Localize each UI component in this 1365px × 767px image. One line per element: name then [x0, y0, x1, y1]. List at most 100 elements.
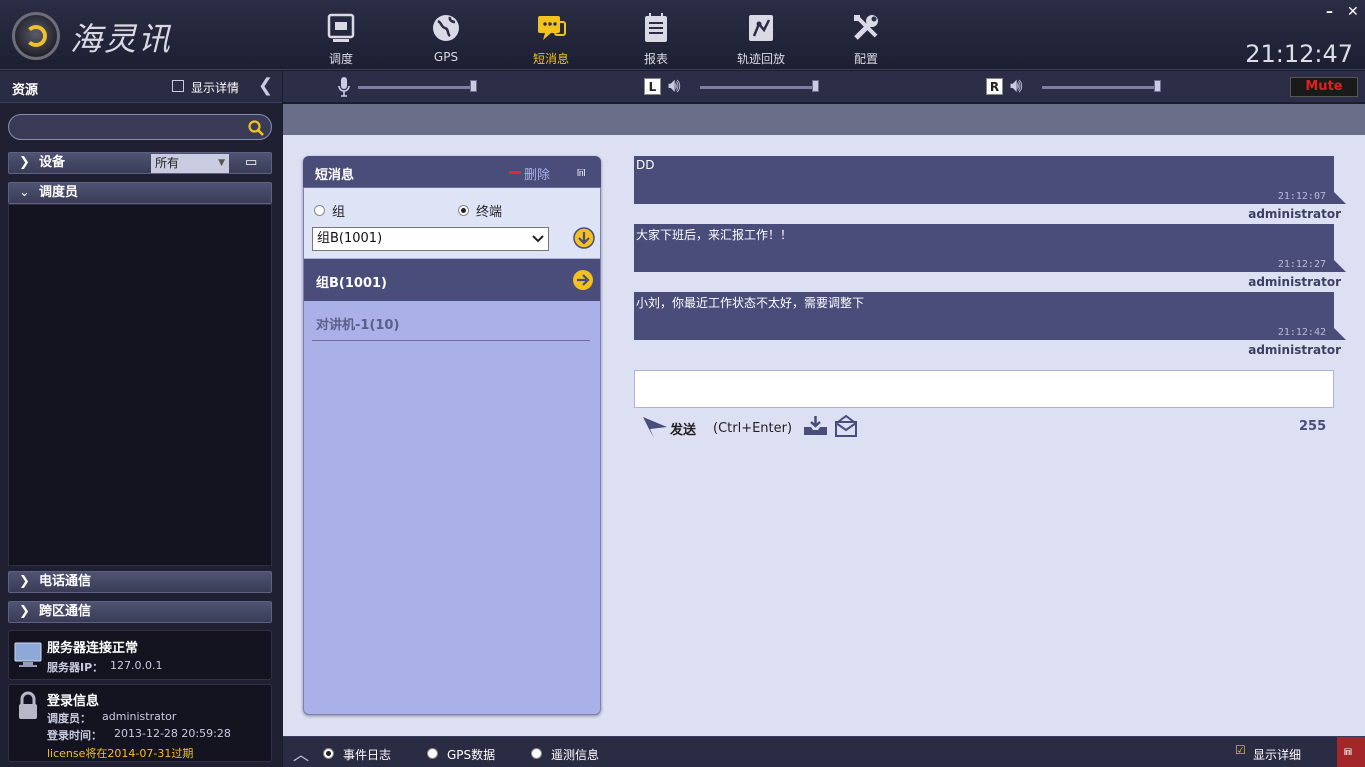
radio-event-log[interactable] — [323, 746, 334, 761]
radio-telemetry[interactable] — [531, 746, 542, 761]
chevron-up-icon[interactable]: ︿ — [293, 741, 309, 765]
nav-messages[interactable]: 短消息 — [506, 8, 596, 66]
bubble-tail — [1334, 192, 1346, 204]
server-status: 服务器连接正常 — [47, 641, 139, 656]
section-dispatchers[interactable]: ⌄ 调度员 — [8, 182, 272, 204]
nav-gps[interactable]: GPS — [401, 8, 491, 66]
message-input[interactable] — [634, 370, 1334, 408]
dispatch-icon — [327, 13, 355, 42]
app-name: 海灵讯 — [70, 20, 173, 58]
radio-gps-data[interactable] — [427, 746, 438, 761]
left-channel-badge: L — [644, 78, 661, 95]
login-time-label: 登录时间： — [47, 729, 102, 742]
delete-button[interactable]: 删除 — [524, 164, 550, 183]
app-window: 海灵讯 调度 GPS 短消息 报表 轨迹回放 配置 21:12:47 – ✕ 资… — [0, 0, 1365, 767]
search-icon[interactable] — [247, 119, 265, 137]
list-item-label: 组B(1001) — [316, 276, 387, 291]
nav-dispatch[interactable]: 调度 — [296, 8, 386, 66]
login-title: 登录信息 — [47, 694, 100, 709]
radio-icon — [427, 748, 438, 759]
nav-track-playback[interactable]: 轨迹回放 — [716, 8, 806, 66]
collapse-panel-icon[interactable]: ❮ — [258, 75, 273, 96]
search-input[interactable] — [17, 117, 247, 137]
message-time: 21:12:42 — [1277, 327, 1326, 338]
report-icon — [645, 13, 667, 42]
license-expiry: license将在2014-07-31过期 — [47, 747, 194, 760]
show-details-checkbox[interactable] — [172, 80, 184, 92]
right-volume-knob[interactable] — [1154, 80, 1161, 92]
show-detail-checkbox[interactable]: ☑ — [1235, 743, 1246, 757]
message-text: 小刘，你最近工作状态不太好，需要调整下 — [636, 296, 865, 310]
list-item-selected[interactable]: 组B(1001) — [304, 259, 600, 301]
resource-header: 资源 显示详情 ❮ — [0, 71, 282, 103]
message-sender: administrator — [1248, 207, 1341, 221]
section-cross-region[interactable]: ❯ 跨区通信 — [8, 601, 272, 623]
char-counter: 255 — [1299, 419, 1327, 434]
track-playback-icon — [749, 15, 773, 41]
mic-volume-knob[interactable] — [470, 80, 477, 92]
message-bubble: 小刘，你最近工作状态不太好，需要调整下 21:12:42 — [634, 292, 1346, 340]
target-select[interactable]: 组B(1001) — [312, 227, 549, 251]
inbox-download-icon[interactable] — [802, 415, 829, 437]
gps-data-label: GPS数据 — [447, 748, 496, 762]
right-volume-slider[interactable] — [1042, 86, 1159, 89]
send-label: 发送 — [670, 423, 697, 438]
status-bar: ︿ 事件日志 GPS数据 遥测信息 ☑ 显示详细 ⩎ — [283, 736, 1365, 767]
section-devices[interactable]: ❯ 设备 所有 ▼ ▭ — [8, 152, 272, 174]
target-selector: 组 终端 组B(1001) — [304, 188, 600, 258]
radio-group-label: 组 — [332, 205, 346, 220]
left-volume-slider[interactable] — [700, 86, 817, 89]
lock-icon — [19, 691, 37, 719]
monitor-icon[interactable]: ▭ — [245, 153, 257, 173]
mail-icon[interactable] — [834, 415, 858, 437]
message-panel-title: 短消息 — [315, 168, 355, 183]
chevron-right-icon: ❯ — [19, 604, 30, 619]
paper-plane-icon — [643, 417, 667, 438]
minus-icon — [509, 171, 521, 174]
add-down-arrow-icon[interactable] — [573, 227, 595, 249]
dispatcher-list — [8, 204, 272, 566]
message-text: 大家下班后，来汇报工作！！ — [636, 228, 793, 242]
close-button[interactable]: ✕ — [1347, 4, 1359, 20]
microphone-icon[interactable] — [337, 76, 351, 98]
login-info: 登录信息 调度员： administrator 登录时间： 2013-12-28… — [8, 684, 272, 762]
login-user: administrator — [102, 710, 177, 723]
radio-group[interactable] — [314, 203, 325, 218]
nav-label: 轨迹回放 — [736, 52, 785, 66]
mute-button[interactable]: Mute — [1290, 77, 1358, 97]
speaker-left-icon[interactable]: 🔊︎ — [668, 73, 681, 97]
section-label: 设备 — [39, 155, 66, 170]
arrow-right-icon[interactable] — [572, 269, 594, 291]
server-ip: 127.0.0.1 — [110, 659, 163, 672]
minimize-button[interactable]: – — [1326, 4, 1333, 20]
device-filter-select[interactable]: 所有 ▼ — [151, 154, 229, 173]
mic-volume-slider[interactable] — [358, 86, 475, 89]
message-time: 21:12:27 — [1277, 259, 1326, 270]
left-volume-knob[interactable] — [812, 80, 819, 92]
radio-icon — [531, 748, 542, 759]
nav-label: 短消息 — [532, 52, 569, 66]
radio-terminal[interactable] — [458, 203, 469, 218]
clear-log-button[interactable]: ⩎ — [1337, 737, 1365, 767]
login-user-label: 调度员： — [47, 712, 91, 725]
clear-broom-icon[interactable]: ⩎ — [577, 162, 585, 180]
chevron-right-icon: ❯ — [19, 155, 30, 170]
speaker-right-icon[interactable]: 🔊︎ — [1010, 73, 1023, 97]
search-box — [8, 114, 272, 140]
show-detail-label: 显示详细 — [1253, 748, 1302, 762]
nav-reports[interactable]: 报表 — [611, 8, 701, 66]
nav-label: 配置 — [853, 52, 878, 66]
show-details-label: 显示详情 — [191, 81, 240, 95]
radio-icon — [323, 748, 334, 759]
chevron-down-icon: ▼ — [218, 158, 225, 168]
broom-icon: ⩎ — [1344, 743, 1352, 759]
section-label: 调度员 — [39, 185, 79, 200]
chevron-down-icon: ⌄ — [19, 185, 30, 200]
resource-title: 资源 — [12, 83, 39, 98]
section-phone[interactable]: ❯ 电话通信 — [8, 571, 272, 593]
sub-toolbar — [283, 104, 1365, 135]
nav-config[interactable]: 配置 — [821, 8, 911, 66]
list-item[interactable]: 对讲机-1(10) — [312, 302, 590, 341]
message-panel-header: 短消息 删除 ⩎ — [303, 156, 601, 188]
app-logo-icon — [12, 12, 60, 60]
